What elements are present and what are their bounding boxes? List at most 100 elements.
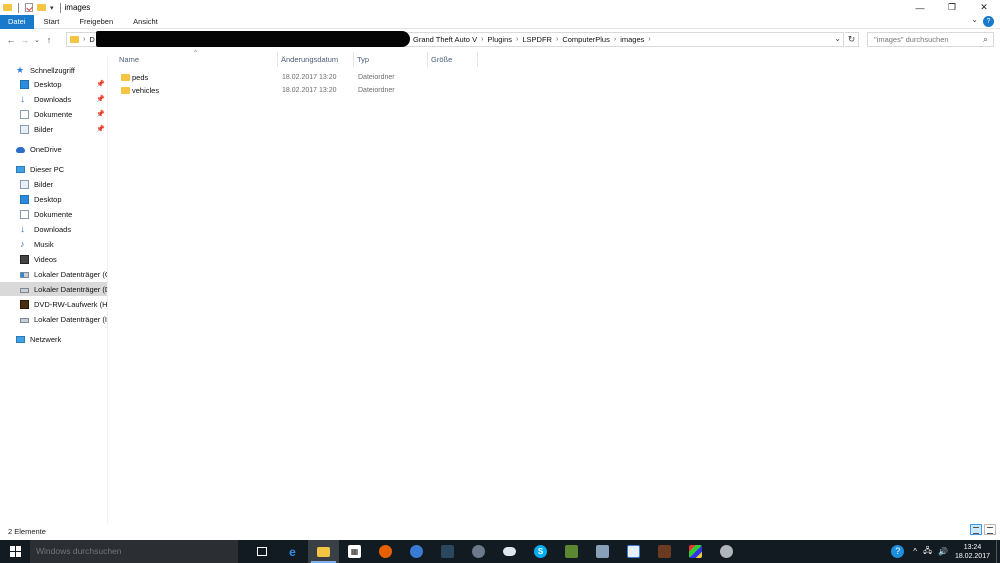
file-date: 18.02.2017 13:20	[282, 74, 337, 81]
breadcrumb-item[interactable]: ComputerPlus	[562, 35, 610, 44]
forward-button[interactable]: →	[18, 32, 32, 48]
skype-button[interactable]: S	[525, 540, 556, 563]
pin-icon[interactable]: 📌	[96, 95, 105, 103]
chevron-right-icon[interactable]: ›	[556, 36, 558, 43]
nav-pc-pictures[interactable]: Bilder	[0, 177, 107, 191]
chevron-right-icon[interactable]: ›	[648, 36, 650, 43]
separator	[59, 2, 61, 13]
steam-button[interactable]	[432, 540, 463, 563]
nav-dvd-drive[interactable]: DVD-RW-Laufwerk (H:	[0, 297, 107, 311]
tab-datei[interactable]: Datei	[0, 14, 34, 29]
app-icon	[410, 545, 423, 558]
chevron-right-icon[interactable]: ›	[516, 36, 518, 43]
chevron-right-icon[interactable]: ›	[83, 36, 85, 43]
expand-ribbon-icon[interactable]: ⌄	[971, 15, 978, 24]
breadcrumb-item[interactable]: images	[620, 35, 644, 44]
breadcrumb-item[interactable]: LSPDFR	[522, 35, 552, 44]
file-explorer-button[interactable]	[308, 540, 339, 563]
table-row[interactable]: vehicles 18.02.2017 13:20 Dateiordner	[116, 84, 986, 97]
address-dropdown-icon[interactable]: ⌄	[834, 34, 841, 43]
breadcrumb-item[interactable]: Grand Theft Auto V	[413, 35, 477, 44]
network-tray-icon[interactable]: 🖧	[923, 545, 932, 559]
nav-this-pc[interactable]: Dieser PC	[0, 162, 107, 176]
dvd-icon	[20, 299, 29, 309]
nav-pc-desktop[interactable]: Desktop	[0, 192, 107, 206]
taskbar: e ▦ S ? ^ 🖧 🔊 13:24 18.02.2017	[0, 540, 1000, 563]
show-desktop-button[interactable]	[996, 540, 1000, 563]
up-button[interactable]: ↑	[42, 32, 56, 48]
volume-icon[interactable]: 🔊	[938, 547, 948, 556]
breadcrumb-drive[interactable]: D	[89, 35, 94, 44]
recent-locations-dropdown[interactable]: ⌄	[32, 32, 42, 48]
back-button[interactable]: ←	[4, 32, 18, 48]
close-button[interactable]: ✕	[968, 0, 1000, 15]
tab-freigeben[interactable]: Freigeben	[69, 15, 123, 29]
properties-icon[interactable]	[25, 3, 33, 12]
column-header-type[interactable]: Typ	[354, 52, 428, 67]
nav-network[interactable]: Netzwerk	[0, 332, 107, 346]
refresh-button[interactable]: ↻	[845, 32, 859, 47]
nav-pc-videos[interactable]: Videos	[0, 252, 107, 266]
taskbar-search-input[interactable]	[30, 540, 238, 563]
nav-label: Desktop	[34, 79, 62, 89]
help-icon[interactable]: ?	[983, 16, 994, 27]
nav-label: Lokaler Datenträger (I:	[34, 314, 108, 324]
app-button[interactable]	[587, 540, 618, 563]
app-button[interactable]	[711, 540, 742, 563]
drive-c-icon	[20, 272, 29, 278]
chevron-right-icon[interactable]: ›	[614, 36, 616, 43]
download-icon: ↓	[20, 93, 25, 105]
minimize-button[interactable]: —	[904, 0, 936, 15]
column-header-name[interactable]: ^ Name	[116, 50, 278, 67]
customize-dropdown-icon[interactable]: ▾	[50, 4, 54, 12]
pin-icon[interactable]: 📌	[96, 125, 105, 133]
tab-ansicht[interactable]: Ansicht	[123, 15, 168, 29]
tab-start[interactable]: Start	[34, 15, 70, 29]
column-header-date[interactable]: Änderungsdatum	[278, 52, 354, 67]
details-view-button[interactable]	[970, 524, 982, 535]
nav-pc-documents[interactable]: Dokumente	[0, 207, 107, 221]
edge-button[interactable]: e	[277, 540, 308, 563]
nav-pc-downloads[interactable]: ↓ Downloads	[0, 222, 107, 236]
column-header-size[interactable]: Größe	[428, 52, 478, 67]
app-button[interactable]	[401, 540, 432, 563]
clock[interactable]: 13:24 18.02.2017	[955, 543, 990, 561]
search-box[interactable]: ⌕	[867, 32, 994, 47]
edge-icon: e	[289, 544, 296, 559]
search-input[interactable]	[868, 33, 976, 46]
nav-quick-documents[interactable]: Dokumente 📌	[0, 107, 107, 121]
large-icons-view-button[interactable]	[984, 524, 996, 535]
nav-drive-i[interactable]: Lokaler Datenträger (I:	[0, 312, 108, 326]
help-bubble-icon[interactable]: ?	[891, 545, 905, 558]
column-label: Name	[119, 55, 140, 64]
minecraft-button[interactable]	[556, 540, 587, 563]
firefox-button[interactable]	[370, 540, 401, 563]
chevron-up-icon[interactable]: ^	[913, 547, 917, 556]
nav-quick-desktop[interactable]: Desktop 📌	[0, 77, 107, 91]
maximize-button[interactable]: ❐	[936, 0, 968, 15]
nav-pc-music[interactable]: ♪ Musik	[0, 237, 107, 251]
file-date: 18.02.2017 13:20	[282, 87, 337, 94]
app-button[interactable]	[618, 540, 649, 563]
breadcrumb-item[interactable]: Plugins	[487, 35, 512, 44]
nav-label: Bilder	[34, 124, 54, 134]
nav-drive-c[interactable]: Lokaler Datenträger (C	[0, 267, 107, 281]
address-row: ← → ⌄ ↑ › D Grand Theft Auto V › Plugins…	[0, 31, 1000, 49]
app-button[interactable]	[649, 540, 680, 563]
nav-quick-downloads[interactable]: ↓ Downloads 📌	[0, 92, 107, 106]
pin-icon[interactable]: 📌	[96, 110, 105, 118]
chevron-right-icon[interactable]: ›	[481, 36, 483, 43]
pin-icon[interactable]: 📌	[96, 80, 105, 88]
app-button[interactable]	[463, 540, 494, 563]
nav-drive-d[interactable]: Lokaler Datenträger (D	[0, 282, 107, 296]
nav-quick-pictures[interactable]: Bilder 📌	[0, 122, 107, 136]
task-view-button[interactable]	[246, 540, 277, 563]
table-row[interactable]: peds 18.02.2017 13:20 Dateiordner	[116, 71, 986, 84]
nav-onedrive[interactable]: OneDrive	[0, 142, 107, 156]
cloud-button[interactable]	[494, 540, 525, 563]
new-folder-icon[interactable]	[37, 4, 46, 11]
nav-quick-access[interactable]: ★ Schnellzugriff	[0, 63, 107, 77]
store-button[interactable]: ▦	[339, 540, 370, 563]
start-button[interactable]	[0, 540, 30, 563]
app-button[interactable]	[680, 540, 711, 563]
